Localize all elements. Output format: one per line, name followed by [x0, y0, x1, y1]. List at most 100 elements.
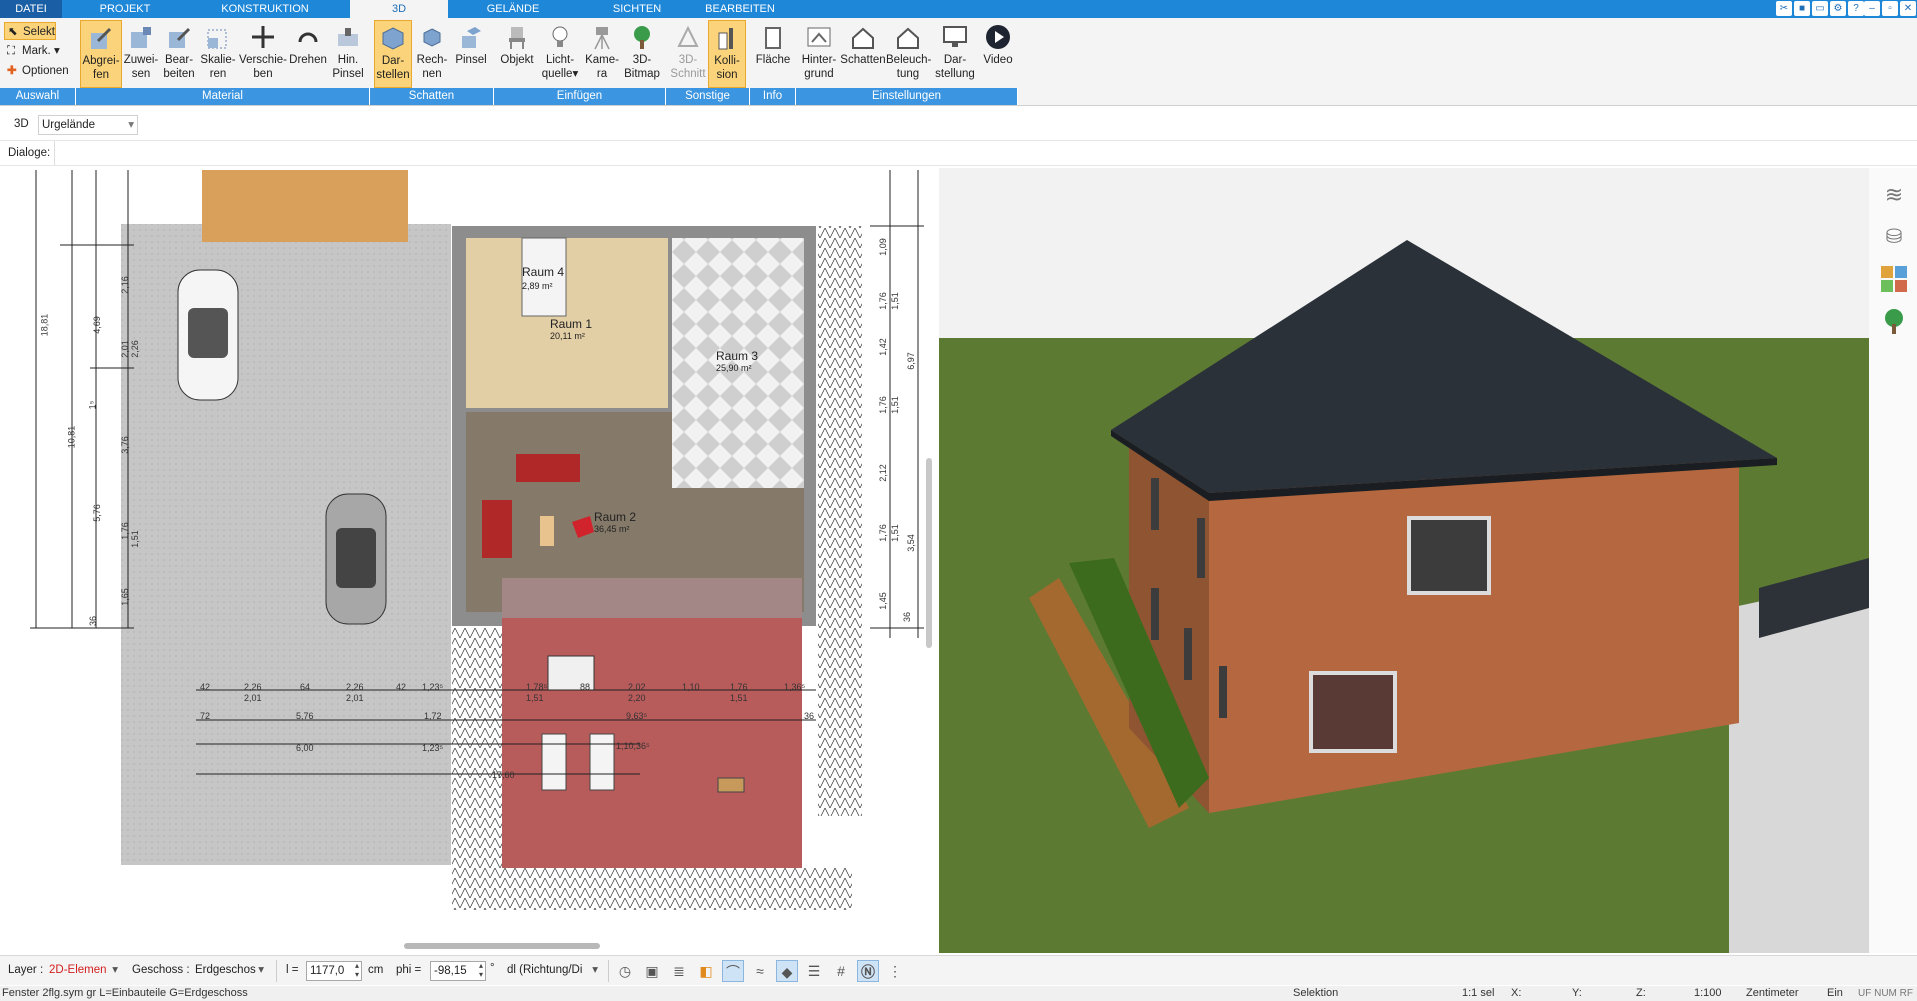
shadow-settings-button[interactable]: Schatten — [840, 20, 886, 88]
camera-icon — [594, 27, 610, 50]
menu-tab-konstruktion[interactable]: KONSTRUKTION — [210, 0, 320, 18]
camera-button[interactable]: Kame-ra — [582, 20, 622, 88]
monitor-icon[interactable]: ▣ — [641, 960, 663, 982]
right-sidebar: ≋ ⛁ — [1869, 168, 1917, 953]
angle-input[interactable]: -98,15 ▴ ▾ — [430, 961, 486, 981]
more-icon[interactable]: ⋮ — [884, 960, 906, 982]
dim-bottom: 2,01 — [244, 693, 262, 703]
wave-icon[interactable]: ≈ — [749, 960, 771, 982]
pick-material-button[interactable]: Abgrei-fen — [80, 20, 122, 88]
floor-plan-drawing[interactable] — [0, 168, 938, 953]
edit-material-button[interactable]: Bear-beiten — [160, 20, 198, 88]
object-button[interactable]: Objekt — [496, 20, 538, 88]
window-icon[interactable]: ▭ — [1812, 1, 1828, 16]
room-1-area: 20,11 m² — [550, 331, 585, 341]
chair-icon[interactable]: ⛁ — [1881, 224, 1907, 250]
dim-bottom: 64 — [300, 682, 311, 692]
menu-tab-projekt[interactable]: PROJEKT — [90, 0, 160, 18]
floor-plan-view[interactable]: Raum 4 2,89 m² Raum 1 20,11 m² Raum 3 25… — [0, 168, 938, 953]
grid-icon[interactable]: # — [830, 960, 852, 982]
tools-icon[interactable]: ✂ — [1776, 1, 1792, 16]
room-2-label: Raum 2 — [594, 510, 637, 524]
menu-tab-bearbeiten[interactable]: BEARBEITEN — [700, 0, 780, 18]
light-source-button[interactable]: Licht-quelle▾ — [540, 20, 580, 88]
select-button[interactable]: ⬉ Selekt — [4, 22, 56, 40]
north-icon[interactable]: Ⓝ — [857, 960, 879, 982]
3d-view[interactable] — [939, 168, 1869, 953]
dim-bottom: 1,51 — [730, 693, 748, 703]
dim-left: 1,65 — [119, 588, 130, 606]
horizontal-scrollbar[interactable] — [404, 943, 600, 949]
direction-select[interactable]: dl (Richtung/Di ▾ — [504, 961, 602, 981]
vertical-scrollbar[interactable] — [926, 458, 932, 648]
dim-bottom: 42 — [396, 682, 407, 692]
area-button[interactable]: Fläche — [752, 20, 794, 88]
clock-icon[interactable]: ◷ — [614, 960, 636, 982]
dim-bottom: 42 — [200, 682, 211, 692]
house-light-icon — [897, 27, 919, 49]
move-icon — [252, 26, 274, 48]
3d-bitmap-button[interactable]: 3D- Bitmap — [622, 20, 662, 88]
compute-shadow-button[interactable]: Rech-nen — [414, 20, 450, 88]
menu-tab-sichten[interactable]: SICHTEN — [600, 0, 674, 18]
mark-button[interactable]: ⛶ Mark. ▾ — [4, 42, 60, 60]
background-button[interactable]: Hinter-grund — [798, 20, 840, 88]
dim-bottom: 1,36⁵ — [784, 682, 806, 692]
menu-tab-datei[interactable]: DATEI — [0, 0, 62, 18]
floor-select[interactable]: Erdgeschos ▾ — [192, 961, 268, 981]
snap-icon[interactable]: ⌒ — [722, 960, 744, 982]
paint-brush-icon — [462, 27, 481, 48]
layers-stack-icon[interactable]: ≣ — [668, 960, 690, 982]
dim-bottom: 6,00 — [296, 743, 314, 753]
terrain-select[interactable]: Urgelände ▾ — [38, 115, 138, 135]
diamond-icon[interactable]: ◆ — [776, 960, 798, 982]
room-2-area: 36,45 m² — [594, 524, 630, 534]
save-icon[interactable]: ■ — [1794, 1, 1810, 16]
video-button[interactable]: Video — [978, 20, 1018, 88]
status-unit: Zentimeter — [1746, 987, 1799, 999]
rotate-icon — [298, 32, 318, 43]
collision-button[interactable]: Kolli-sion — [708, 20, 746, 88]
lighting-button[interactable]: Beleuch-tung — [886, 20, 931, 88]
rotate-material-button[interactable]: Drehen — [288, 20, 328, 88]
menu-tab-3d[interactable]: 3D — [350, 0, 448, 18]
minimize-icon[interactable]: – — [1864, 1, 1880, 16]
3d-section-button[interactable]: 3D- Schnitt — [668, 20, 708, 88]
move-material-button[interactable]: Verschie-ben — [238, 20, 288, 88]
dim-left: 5,76 — [91, 504, 102, 522]
3d-render[interactable] — [939, 168, 1869, 953]
status-y: Y: — [1572, 987, 1582, 999]
materials-icon[interactable] — [1881, 266, 1907, 292]
side-window — [1197, 518, 1205, 578]
layers-icon[interactable]: ≋ — [1881, 182, 1907, 208]
scale-material-button[interactable]: Skalie-ren — [198, 20, 238, 88]
length-input[interactable]: 1177,0 ▴ ▾ — [306, 961, 362, 981]
close-icon[interactable]: ✕ — [1900, 1, 1916, 16]
restore-icon[interactable]: ▫ — [1882, 1, 1898, 16]
area-icon — [765, 27, 781, 49]
dim-right: 36 — [902, 611, 913, 623]
menu-tab-gelaende[interactable]: GELÄNDE — [478, 0, 548, 18]
divider — [608, 960, 609, 982]
group-label-sonstige: Sonstige — [666, 88, 750, 105]
options-button[interactable]: ✚ Optionen — [4, 62, 69, 80]
dim-right: 1,76 — [877, 396, 888, 414]
wooden-deck — [202, 170, 408, 242]
stack-icon[interactable]: ☰ — [803, 960, 825, 982]
help-icon[interactable]: ? — [1848, 1, 1864, 16]
dim-bottom: 72 — [200, 711, 211, 721]
hint-brush-button[interactable]: Hin. Pinsel — [328, 20, 368, 88]
layer-select[interactable]: 2D-Elemen ▾ — [46, 961, 122, 981]
bottom-toolbar: Layer : 2D-Elemen ▾ Geschoss : Erdgescho… — [0, 955, 1917, 985]
spinner-icon[interactable]: ▴ ▾ — [479, 961, 483, 979]
shadow-brush-button[interactable]: Pinsel — [452, 20, 490, 88]
dim-left: 1,51 — [129, 530, 140, 548]
cube-icon[interactable]: ◧ — [695, 960, 717, 982]
show-shadow-button[interactable]: Dar-stellen — [374, 20, 412, 88]
dim-bottom: 1,10 — [682, 682, 700, 692]
settings-icon[interactable]: ⚙ — [1830, 1, 1846, 16]
assign-material-button[interactable]: Zuwei-sen — [122, 20, 160, 88]
display-settings-button[interactable]: Dar-stellung — [932, 20, 978, 88]
tree-icon[interactable] — [1881, 308, 1907, 334]
spinner-icon[interactable]: ▴ ▾ — [355, 961, 359, 979]
